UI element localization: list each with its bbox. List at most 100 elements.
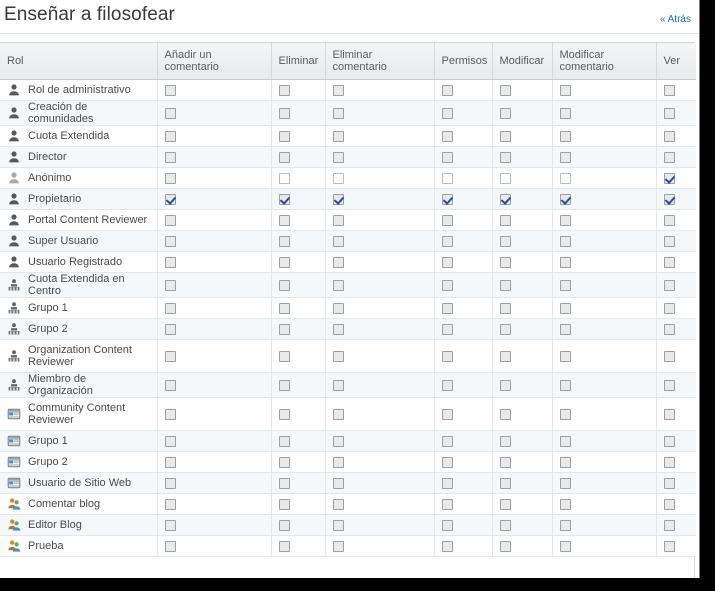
permission-checkbox-1 bbox=[164, 235, 176, 247]
permission-cell bbox=[552, 167, 657, 189]
role-cell-content: Prueba bbox=[7, 539, 150, 553]
permission-cell bbox=[552, 535, 657, 557]
permission-checkbox-1 bbox=[164, 130, 176, 142]
page-header: Enseñar a filosofear « Atrás bbox=[0, 0, 699, 34]
permission-cell bbox=[434, 430, 493, 452]
permission-cell bbox=[157, 397, 272, 431]
permission-cell bbox=[434, 318, 493, 340]
permission-cell bbox=[271, 472, 326, 494]
column-header-3: Eliminar comentario bbox=[325, 43, 435, 80]
permission-checkbox-5 bbox=[499, 519, 511, 531]
permission-checkbox-1[interactable] bbox=[164, 193, 176, 205]
permission-checkbox-6 bbox=[559, 279, 571, 291]
permissions-table-wrapper: Rol Añadir un comentario Eliminar Eliminar … bbox=[0, 42, 696, 557]
permission-cell bbox=[325, 167, 435, 189]
permission-checkbox-5 bbox=[499, 323, 511, 335]
permission-checkbox-6[interactable] bbox=[559, 193, 571, 205]
permission-checkbox-4[interactable] bbox=[441, 172, 453, 184]
permission-cell bbox=[325, 251, 435, 273]
permission-checkbox-3[interactable] bbox=[332, 172, 344, 184]
permission-checkbox-1 bbox=[164, 214, 176, 226]
permission-checkbox-5 bbox=[499, 456, 511, 468]
permission-checkbox-7 bbox=[663, 323, 675, 335]
back-link[interactable]: « Atrás bbox=[660, 14, 691, 25]
permission-cell bbox=[552, 493, 657, 515]
permission-checkbox-5 bbox=[499, 379, 511, 391]
permission-cell bbox=[434, 451, 493, 473]
permission-checkbox-7 bbox=[663, 279, 675, 291]
role-cell: Usuario de Sitio Web bbox=[0, 472, 158, 494]
permission-checkbox-5 bbox=[499, 107, 511, 119]
permission-cell bbox=[271, 100, 326, 126]
permission-checkbox-2[interactable] bbox=[278, 193, 290, 205]
permission-cell bbox=[552, 230, 657, 252]
permission-cell bbox=[157, 79, 272, 101]
permission-cell bbox=[271, 188, 326, 210]
permission-cell bbox=[157, 451, 272, 473]
role-cell-content: Propietario bbox=[7, 192, 150, 206]
permission-checkbox-4 bbox=[441, 435, 453, 447]
organization-icon bbox=[8, 350, 20, 362]
permission-checkbox-4 bbox=[441, 519, 453, 531]
table-row: Grupo 1 bbox=[0, 430, 696, 452]
user-icon bbox=[9, 151, 19, 163]
permission-checkbox-3 bbox=[332, 456, 344, 468]
permission-cell bbox=[325, 209, 435, 231]
permission-checkbox-2[interactable] bbox=[278, 172, 290, 184]
permission-cell bbox=[157, 188, 272, 210]
role-cell-content: Usuario Registrado bbox=[7, 255, 150, 269]
permission-checkbox-7[interactable] bbox=[663, 193, 675, 205]
permission-checkbox-6 bbox=[559, 435, 571, 447]
permission-checkbox-3 bbox=[332, 540, 344, 552]
permission-checkbox-6[interactable] bbox=[559, 172, 571, 184]
role-label: Creación de comunidades bbox=[28, 101, 94, 125]
table-header-row: Rol Añadir un comentario Eliminar Eliminar … bbox=[0, 43, 696, 80]
permission-checkbox-7[interactable] bbox=[663, 172, 675, 184]
permission-checkbox-3[interactable] bbox=[332, 193, 344, 205]
permission-checkbox-5[interactable] bbox=[499, 193, 511, 205]
table-row: Super Usuario bbox=[0, 230, 696, 252]
permission-checkbox-2 bbox=[278, 435, 290, 447]
role-label: Grupo 2 bbox=[28, 456, 68, 468]
permission-checkbox-2 bbox=[278, 519, 290, 531]
permission-cell bbox=[656, 397, 696, 431]
permission-cell bbox=[434, 472, 493, 494]
table-row: Community Content Reviewer bbox=[0, 397, 696, 431]
permission-checkbox-6 bbox=[559, 323, 571, 335]
table-row: Comentar blog bbox=[0, 493, 696, 515]
permission-checkbox-1 bbox=[164, 323, 176, 335]
permission-cell bbox=[492, 79, 553, 101]
permission-checkbox-4 bbox=[441, 540, 453, 552]
permission-cell bbox=[157, 493, 272, 515]
role-cell-content: Cuota Extendida bbox=[7, 129, 150, 143]
permission-checkbox-6 bbox=[559, 379, 571, 391]
permission-checkbox-1 bbox=[164, 107, 176, 119]
permission-cell bbox=[434, 514, 493, 536]
permission-cell bbox=[157, 514, 272, 536]
permission-cell bbox=[552, 514, 657, 536]
permission-checkbox-4[interactable] bbox=[441, 193, 453, 205]
permission-cell bbox=[552, 146, 657, 168]
blog-users-icon bbox=[8, 519, 21, 531]
role-cell: Comentar blog bbox=[0, 493, 158, 515]
permission-cell bbox=[271, 167, 326, 189]
permission-cell bbox=[325, 372, 435, 398]
permission-checkbox-4 bbox=[441, 107, 453, 119]
permission-checkbox-5 bbox=[499, 477, 511, 489]
table-footer-strip bbox=[0, 557, 695, 578]
permission-checkbox-5[interactable] bbox=[499, 172, 511, 184]
permission-cell bbox=[656, 230, 696, 252]
permission-checkbox-3 bbox=[332, 130, 344, 142]
permission-cell bbox=[157, 297, 272, 319]
permission-cell bbox=[157, 146, 272, 168]
role-cell: Cuota Extendida bbox=[0, 125, 158, 147]
role-label: Director bbox=[28, 151, 67, 163]
permission-cell bbox=[552, 397, 657, 431]
table-row: Creación de comunidades bbox=[0, 100, 696, 126]
organization-icon bbox=[8, 379, 20, 391]
role-label: Grupo 1 bbox=[28, 302, 68, 314]
permission-cell bbox=[434, 79, 493, 101]
permission-cell bbox=[434, 209, 493, 231]
role-label: Cuota Extendida bbox=[28, 130, 110, 142]
permission-checkbox-5 bbox=[499, 408, 511, 420]
